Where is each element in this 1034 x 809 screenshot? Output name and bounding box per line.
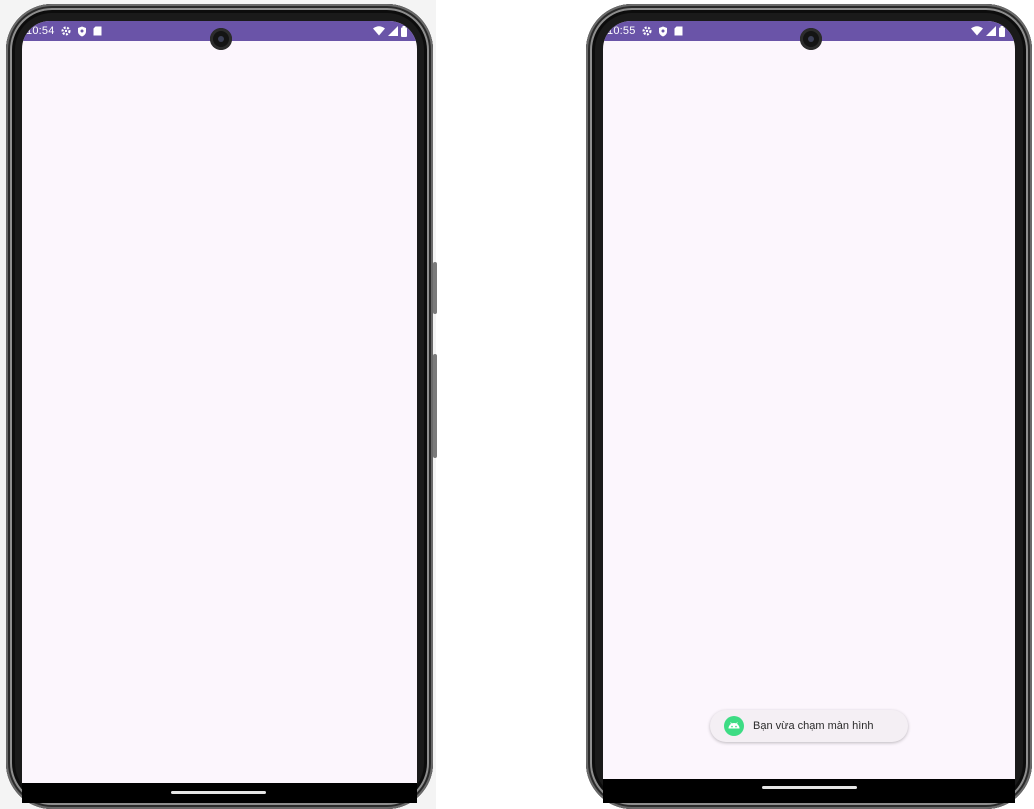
sd-card-icon <box>674 26 683 36</box>
app-screen[interactable]: 10:55 Bạn vừa chạm màn hình <box>603 21 1015 779</box>
battery-icon <box>999 25 1005 37</box>
shield-icon <box>658 26 668 37</box>
toast-text: Bạn vừa chạm màn hình <box>753 720 874 732</box>
app-screen[interactable]: 10:54 <box>22 21 417 783</box>
device-frame-left: 10:54 <box>6 4 437 809</box>
wifi-icon <box>971 26 983 36</box>
power-button <box>433 354 437 458</box>
home-indicator[interactable] <box>171 791 266 794</box>
signal-icon <box>388 26 398 36</box>
android-icon <box>724 716 744 736</box>
navigation-bar <box>22 783 417 803</box>
status-time: 10:54 <box>26 25 55 37</box>
gear-icon <box>61 26 71 36</box>
status-time: 10:55 <box>607 25 636 37</box>
camera-cutout <box>210 28 232 50</box>
camera-cutout <box>800 28 822 50</box>
navigation-bar <box>603 779 1015 803</box>
shield-icon <box>77 26 87 37</box>
battery-icon <box>401 25 407 37</box>
toast-message: Bạn vừa chạm màn hình <box>710 710 908 742</box>
wifi-icon <box>373 26 385 36</box>
home-indicator[interactable] <box>762 786 857 789</box>
signal-icon <box>986 26 996 36</box>
volume-button <box>433 262 437 314</box>
device-frame-right: 10:55 Bạn vừa chạm màn hình <box>586 4 1032 809</box>
gear-icon <box>642 26 652 36</box>
sd-card-icon <box>93 26 102 36</box>
